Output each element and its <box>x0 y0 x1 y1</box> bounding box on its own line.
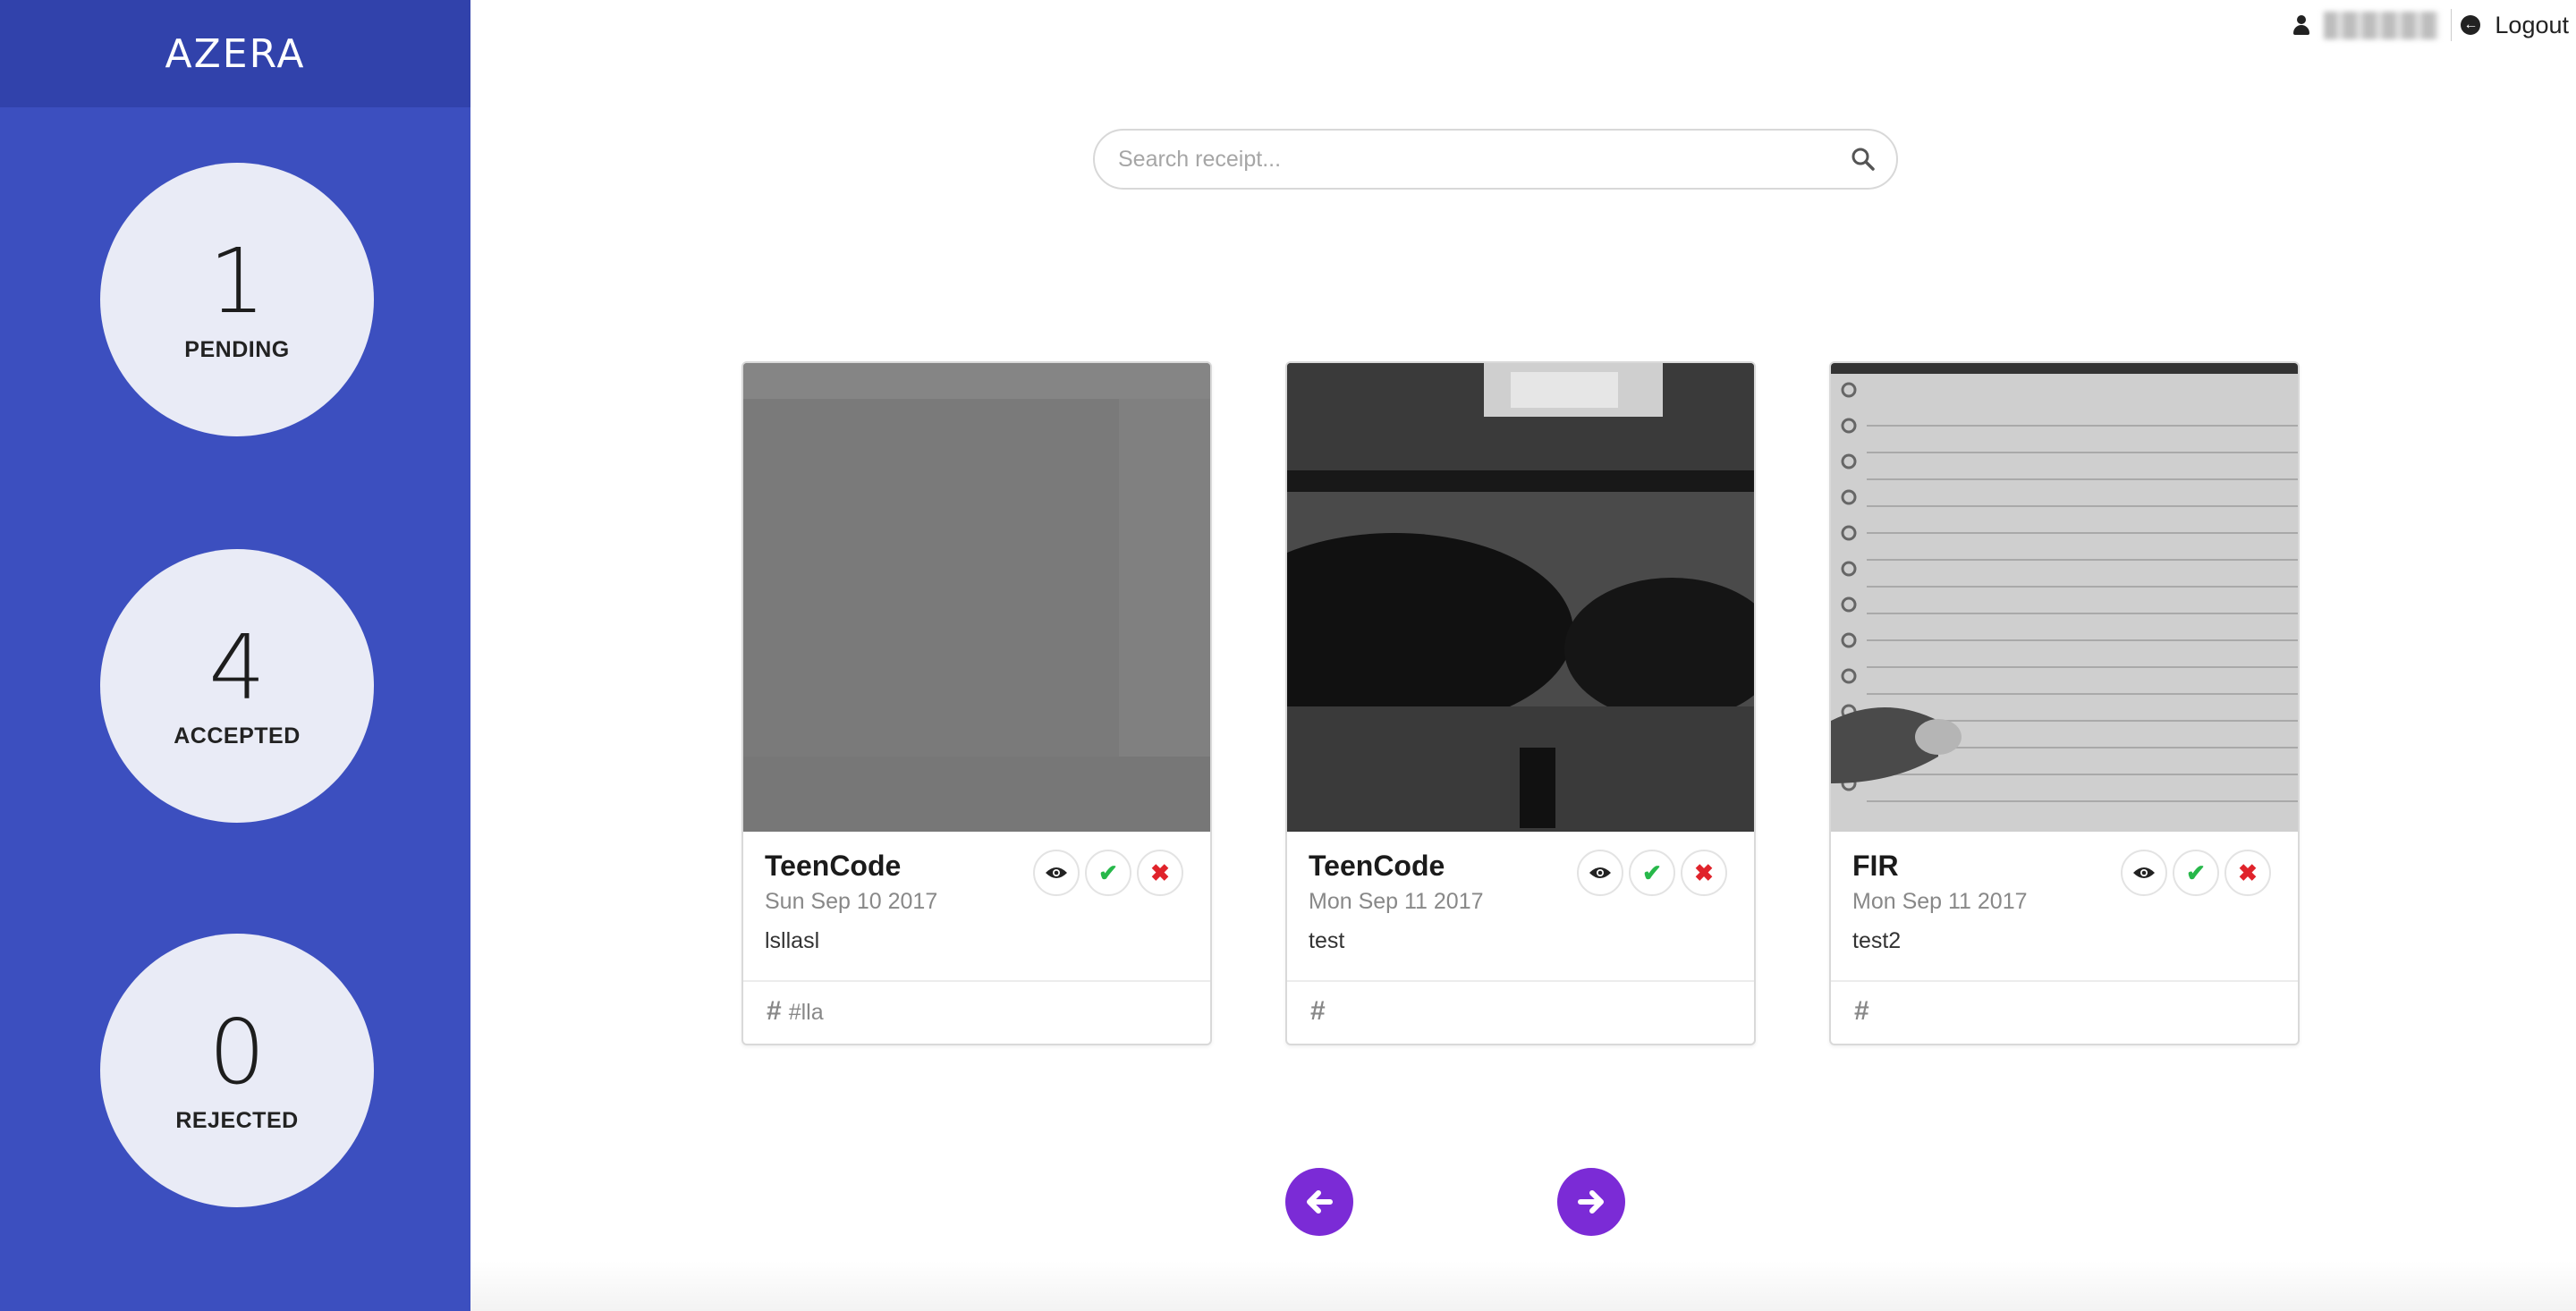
stat-accepted[interactable]: 4 ACCEPTED <box>100 549 374 823</box>
logout-link[interactable]: Logout <box>2495 12 2569 39</box>
accept-button[interactable]: ✔ <box>1629 850 1675 896</box>
receipt-card[interactable]: FIR Mon Sep 11 2017 test2 ✔ ✖ # <box>1829 361 2300 1045</box>
logout-icon[interactable]: ← <box>2461 15 2481 35</box>
receipt-image[interactable] <box>1287 363 1754 832</box>
divider <box>2451 9 2453 41</box>
card-description: test <box>1309 928 1345 953</box>
view-button[interactable] <box>2121 850 2167 896</box>
stat-rejected-label: REJECTED <box>175 1107 299 1133</box>
prev-page-button[interactable] <box>1285 1168 1353 1236</box>
arrow-right-icon <box>1578 1190 1604 1214</box>
card-divider <box>1287 980 1754 982</box>
user-icon <box>2293 15 2310 35</box>
reject-button[interactable]: ✖ <box>1137 850 1183 896</box>
search-bar <box>1093 129 1898 190</box>
hashtag-icon: # <box>1854 996 1869 1026</box>
card-tag: # #lla <box>767 996 824 1027</box>
card-actions: ✔ ✖ <box>1033 850 1183 896</box>
brand-logo[interactable]: AZERA <box>0 0 470 107</box>
receipt-card[interactable]: TeenCode Mon Sep 11 2017 test ✔ ✖ # <box>1285 361 1756 1045</box>
card-title: TeenCode <box>765 850 902 882</box>
card-date: Mon Sep 11 2017 <box>1852 889 2028 914</box>
x-icon: ✖ <box>1694 858 1714 886</box>
accept-button[interactable]: ✔ <box>1085 850 1131 896</box>
stat-pending-label: PENDING <box>184 336 290 362</box>
x-icon: ✖ <box>2238 858 2258 886</box>
card-date: Sun Sep 10 2017 <box>765 889 938 914</box>
view-button[interactable] <box>1033 850 1080 896</box>
card-title: FIR <box>1852 850 1899 882</box>
hashtag-icon: # <box>1310 996 1326 1026</box>
search-input[interactable] <box>1095 131 1837 188</box>
check-icon: ✔ <box>1642 858 1662 886</box>
card-title: TeenCode <box>1309 850 1445 882</box>
eye-icon <box>2133 867 2155 878</box>
stat-rejected-count: 0 <box>208 999 266 1104</box>
card-tag-text: #lla <box>788 1000 824 1025</box>
card-actions: ✔ ✖ <box>1577 850 1727 896</box>
stat-accepted-label: ACCEPTED <box>174 723 301 749</box>
card-tag: # <box>1854 996 1877 1027</box>
sidebar: AZERA 1 PENDING 4 ACCEPTED 0 REJECTED <box>0 0 470 1311</box>
arrow-left-icon <box>1307 1190 1333 1214</box>
username <box>2324 11 2439 39</box>
card-tag: # <box>1310 996 1333 1027</box>
card-divider <box>1831 980 2298 982</box>
receipt-image[interactable] <box>1831 363 2298 832</box>
view-button[interactable] <box>1577 850 1623 896</box>
receipt-image[interactable] <box>743 363 1210 832</box>
reject-button[interactable]: ✖ <box>2224 850 2271 896</box>
search-icon[interactable] <box>1850 146 1877 173</box>
reject-button[interactable]: ✖ <box>1681 850 1727 896</box>
page-footer-shadow <box>470 1261 2576 1311</box>
stat-accepted-count: 4 <box>208 614 266 720</box>
stat-pending[interactable]: 1 PENDING <box>100 163 374 436</box>
receipt-card[interactable]: TeenCode Sun Sep 10 2017 lsllasl ✔ ✖ # #l… <box>741 361 1212 1045</box>
next-page-button[interactable] <box>1557 1168 1625 1236</box>
check-icon: ✔ <box>2186 858 2206 886</box>
top-bar: ← Logout <box>2293 9 2569 41</box>
eye-icon <box>1589 867 1611 878</box>
hashtag-icon: # <box>767 996 782 1026</box>
card-actions: ✔ ✖ <box>2121 850 2271 896</box>
x-icon: ✖ <box>1150 858 1170 886</box>
card-divider <box>743 980 1210 982</box>
stat-rejected[interactable]: 0 REJECTED <box>100 934 374 1207</box>
accept-button[interactable]: ✔ <box>2173 850 2219 896</box>
eye-icon <box>1046 867 1067 878</box>
stat-pending-count: 1 <box>208 228 266 334</box>
card-description: lsllasl <box>765 928 820 953</box>
card-date: Mon Sep 11 2017 <box>1309 889 1484 914</box>
card-description: test2 <box>1852 928 1902 953</box>
check-icon: ✔ <box>1098 858 1118 886</box>
